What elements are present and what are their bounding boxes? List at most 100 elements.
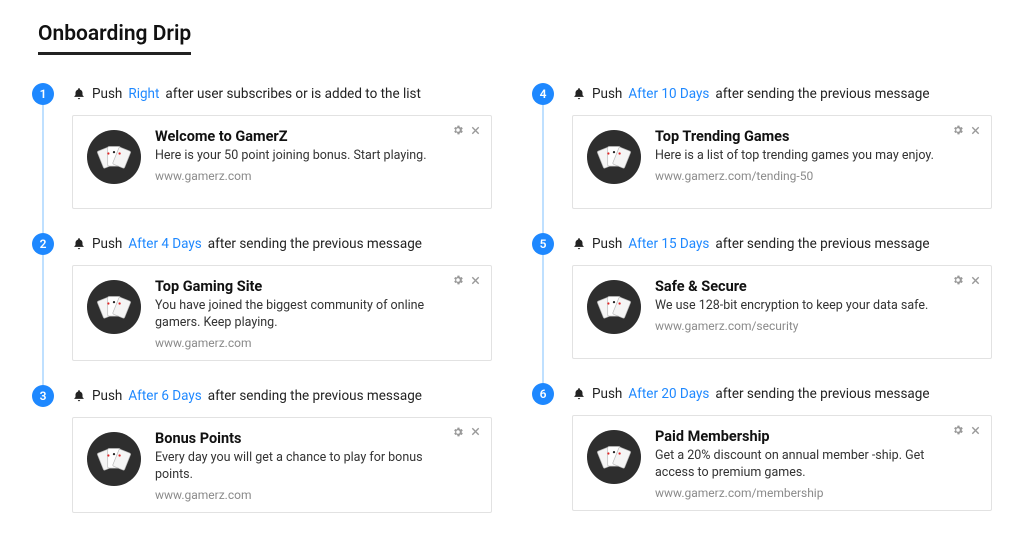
notification-card[interactable]: Bonus Points Every day you will get a cha… [72, 417, 492, 513]
close-icon[interactable] [970, 275, 981, 286]
step-timing: After 10 Days [628, 83, 709, 105]
bell-icon [572, 387, 586, 401]
close-icon[interactable] [970, 425, 981, 436]
card-body: Paid MembershipGet a 20% discount on ann… [655, 428, 977, 500]
step-number-badge: 6 [532, 383, 554, 405]
card-url: www.gamerz.com/tending-50 [655, 169, 947, 183]
close-icon[interactable] [470, 125, 481, 136]
notification-card[interactable]: Top Gaming Site You have joined the bigge… [72, 265, 492, 361]
column-left: 1 Push Right after user subscribes or is … [32, 83, 492, 513]
avatar-cards-icon [93, 286, 135, 328]
bell-icon [572, 87, 586, 101]
gear-icon[interactable] [452, 426, 464, 438]
push-label: Push [592, 233, 622, 255]
step-suffix: after sending the previous message [208, 385, 422, 407]
notification-card[interactable]: Welcome to GamerZ Here is your 50 point j… [72, 115, 492, 209]
card-body: Safe & Secure We use 128-bit encryption t… [655, 278, 977, 348]
push-label: Push [92, 385, 122, 407]
card-body: Top Gaming Site You have joined the bigge… [155, 278, 477, 350]
card-body: Bonus Points Every day you will get a cha… [155, 430, 477, 502]
avatar [87, 130, 141, 184]
avatar-cards-icon [93, 438, 135, 480]
column-right: 4 Push After 10 Days after sending the pr… [532, 83, 992, 513]
gear-icon[interactable] [452, 274, 464, 286]
step-header: Push After 20 Days after sending the pre… [572, 383, 992, 405]
drip-columns: 1 Push Right after user subscribes or is … [32, 83, 992, 513]
card-description: You have joined the biggest community of… [155, 298, 447, 332]
avatar-cards-icon [593, 136, 635, 178]
timeline-line [542, 255, 544, 383]
avatar [87, 280, 141, 334]
close-icon[interactable] [470, 426, 481, 437]
notification-card[interactable]: Top Trending Games Here is a list of top … [572, 115, 992, 209]
step-timing: After 4 Days [128, 233, 201, 255]
card-title: Top Gaming Site [155, 278, 447, 295]
close-icon[interactable] [970, 125, 981, 136]
step-number-badge: 4 [532, 83, 554, 105]
page-title: Onboarding Drip [38, 22, 191, 55]
gear-icon[interactable] [952, 124, 964, 136]
bell-icon [72, 237, 86, 251]
avatar-cards-icon [593, 436, 635, 478]
push-label: Push [92, 233, 122, 255]
avatar [587, 430, 641, 484]
step-suffix: after user subscribes or is added to the… [165, 83, 421, 105]
avatar [87, 432, 141, 486]
card-body: Welcome to GamerZ Here is your 50 point j… [155, 128, 477, 198]
bell-icon [72, 389, 86, 403]
drip-step: 1 Push Right after user subscribes or is … [32, 83, 492, 209]
notification-card[interactable]: Paid MembershipGet a 20% discount on ann… [572, 415, 992, 511]
card-url: www.gamerz.com [155, 336, 447, 350]
push-label: Push [592, 383, 622, 405]
step-number-badge: 5 [532, 233, 554, 255]
avatar-cards-icon [93, 136, 135, 178]
close-icon[interactable] [470, 275, 481, 286]
gear-icon[interactable] [452, 124, 464, 136]
timeline-line [42, 255, 44, 385]
card-description: Here is a list of top trending games you… [655, 148, 947, 165]
gear-icon[interactable] [952, 424, 964, 436]
avatar [587, 130, 641, 184]
card-description: Get a 20% discount on annual member -shi… [655, 448, 947, 482]
drip-step: 3 Push After 6 Days after sending the pre… [32, 385, 492, 513]
step-timing: After 15 Days [628, 233, 709, 255]
step-number-badge: 1 [32, 83, 54, 105]
drip-step: 6 Push After 20 Days after sending the pr… [532, 383, 992, 511]
notification-card[interactable]: Safe & Secure We use 128-bit encryption t… [572, 265, 992, 359]
timeline-line [42, 105, 44, 233]
drip-step: 2 Push After 4 Days after sending the pre… [32, 233, 492, 361]
step-header: Push After 6 Days after sending the prev… [72, 385, 492, 407]
step-header: Push Right after user subscribes or is a… [72, 83, 492, 105]
card-description: We use 128-bit encryption to keep your d… [655, 298, 947, 315]
card-description: Here is your 50 point joining bonus. Sta… [155, 148, 447, 165]
step-suffix: after sending the previous message [715, 383, 929, 405]
avatar [587, 280, 641, 334]
card-description: Every day you will get a chance to play … [155, 450, 447, 484]
card-url: www.gamerz.com [155, 169, 447, 183]
step-timing: Right [128, 83, 159, 105]
card-url: www.gamerz.com/security [655, 319, 947, 333]
step-suffix: after sending the previous message [715, 83, 929, 105]
step-header: Push After 4 Days after sending the prev… [72, 233, 492, 255]
card-url: www.gamerz.com [155, 488, 447, 502]
step-header: Push After 15 Days after sending the pre… [572, 233, 992, 255]
step-number-badge: 2 [32, 233, 54, 255]
step-suffix: after sending the previous message [208, 233, 422, 255]
push-label: Push [592, 83, 622, 105]
avatar-cards-icon [593, 286, 635, 328]
step-timing: After 6 Days [128, 385, 201, 407]
card-body: Top Trending Games Here is a list of top … [655, 128, 977, 198]
card-url: www.gamerz.com/membership [655, 486, 947, 500]
step-suffix: after sending the previous message [715, 233, 929, 255]
gear-icon[interactable] [952, 274, 964, 286]
card-title: Top Trending Games [655, 128, 947, 145]
drip-step: 5 Push After 15 Days after sending the pr… [532, 233, 992, 359]
card-title: Welcome to GamerZ [155, 128, 447, 145]
step-number-badge: 3 [32, 385, 54, 407]
timeline-line [542, 105, 544, 233]
card-title: Bonus Points [155, 430, 447, 447]
card-title: Safe & Secure [655, 278, 947, 295]
step-timing: After 20 Days [628, 383, 709, 405]
bell-icon [72, 87, 86, 101]
drip-step: 4 Push After 10 Days after sending the pr… [532, 83, 992, 209]
